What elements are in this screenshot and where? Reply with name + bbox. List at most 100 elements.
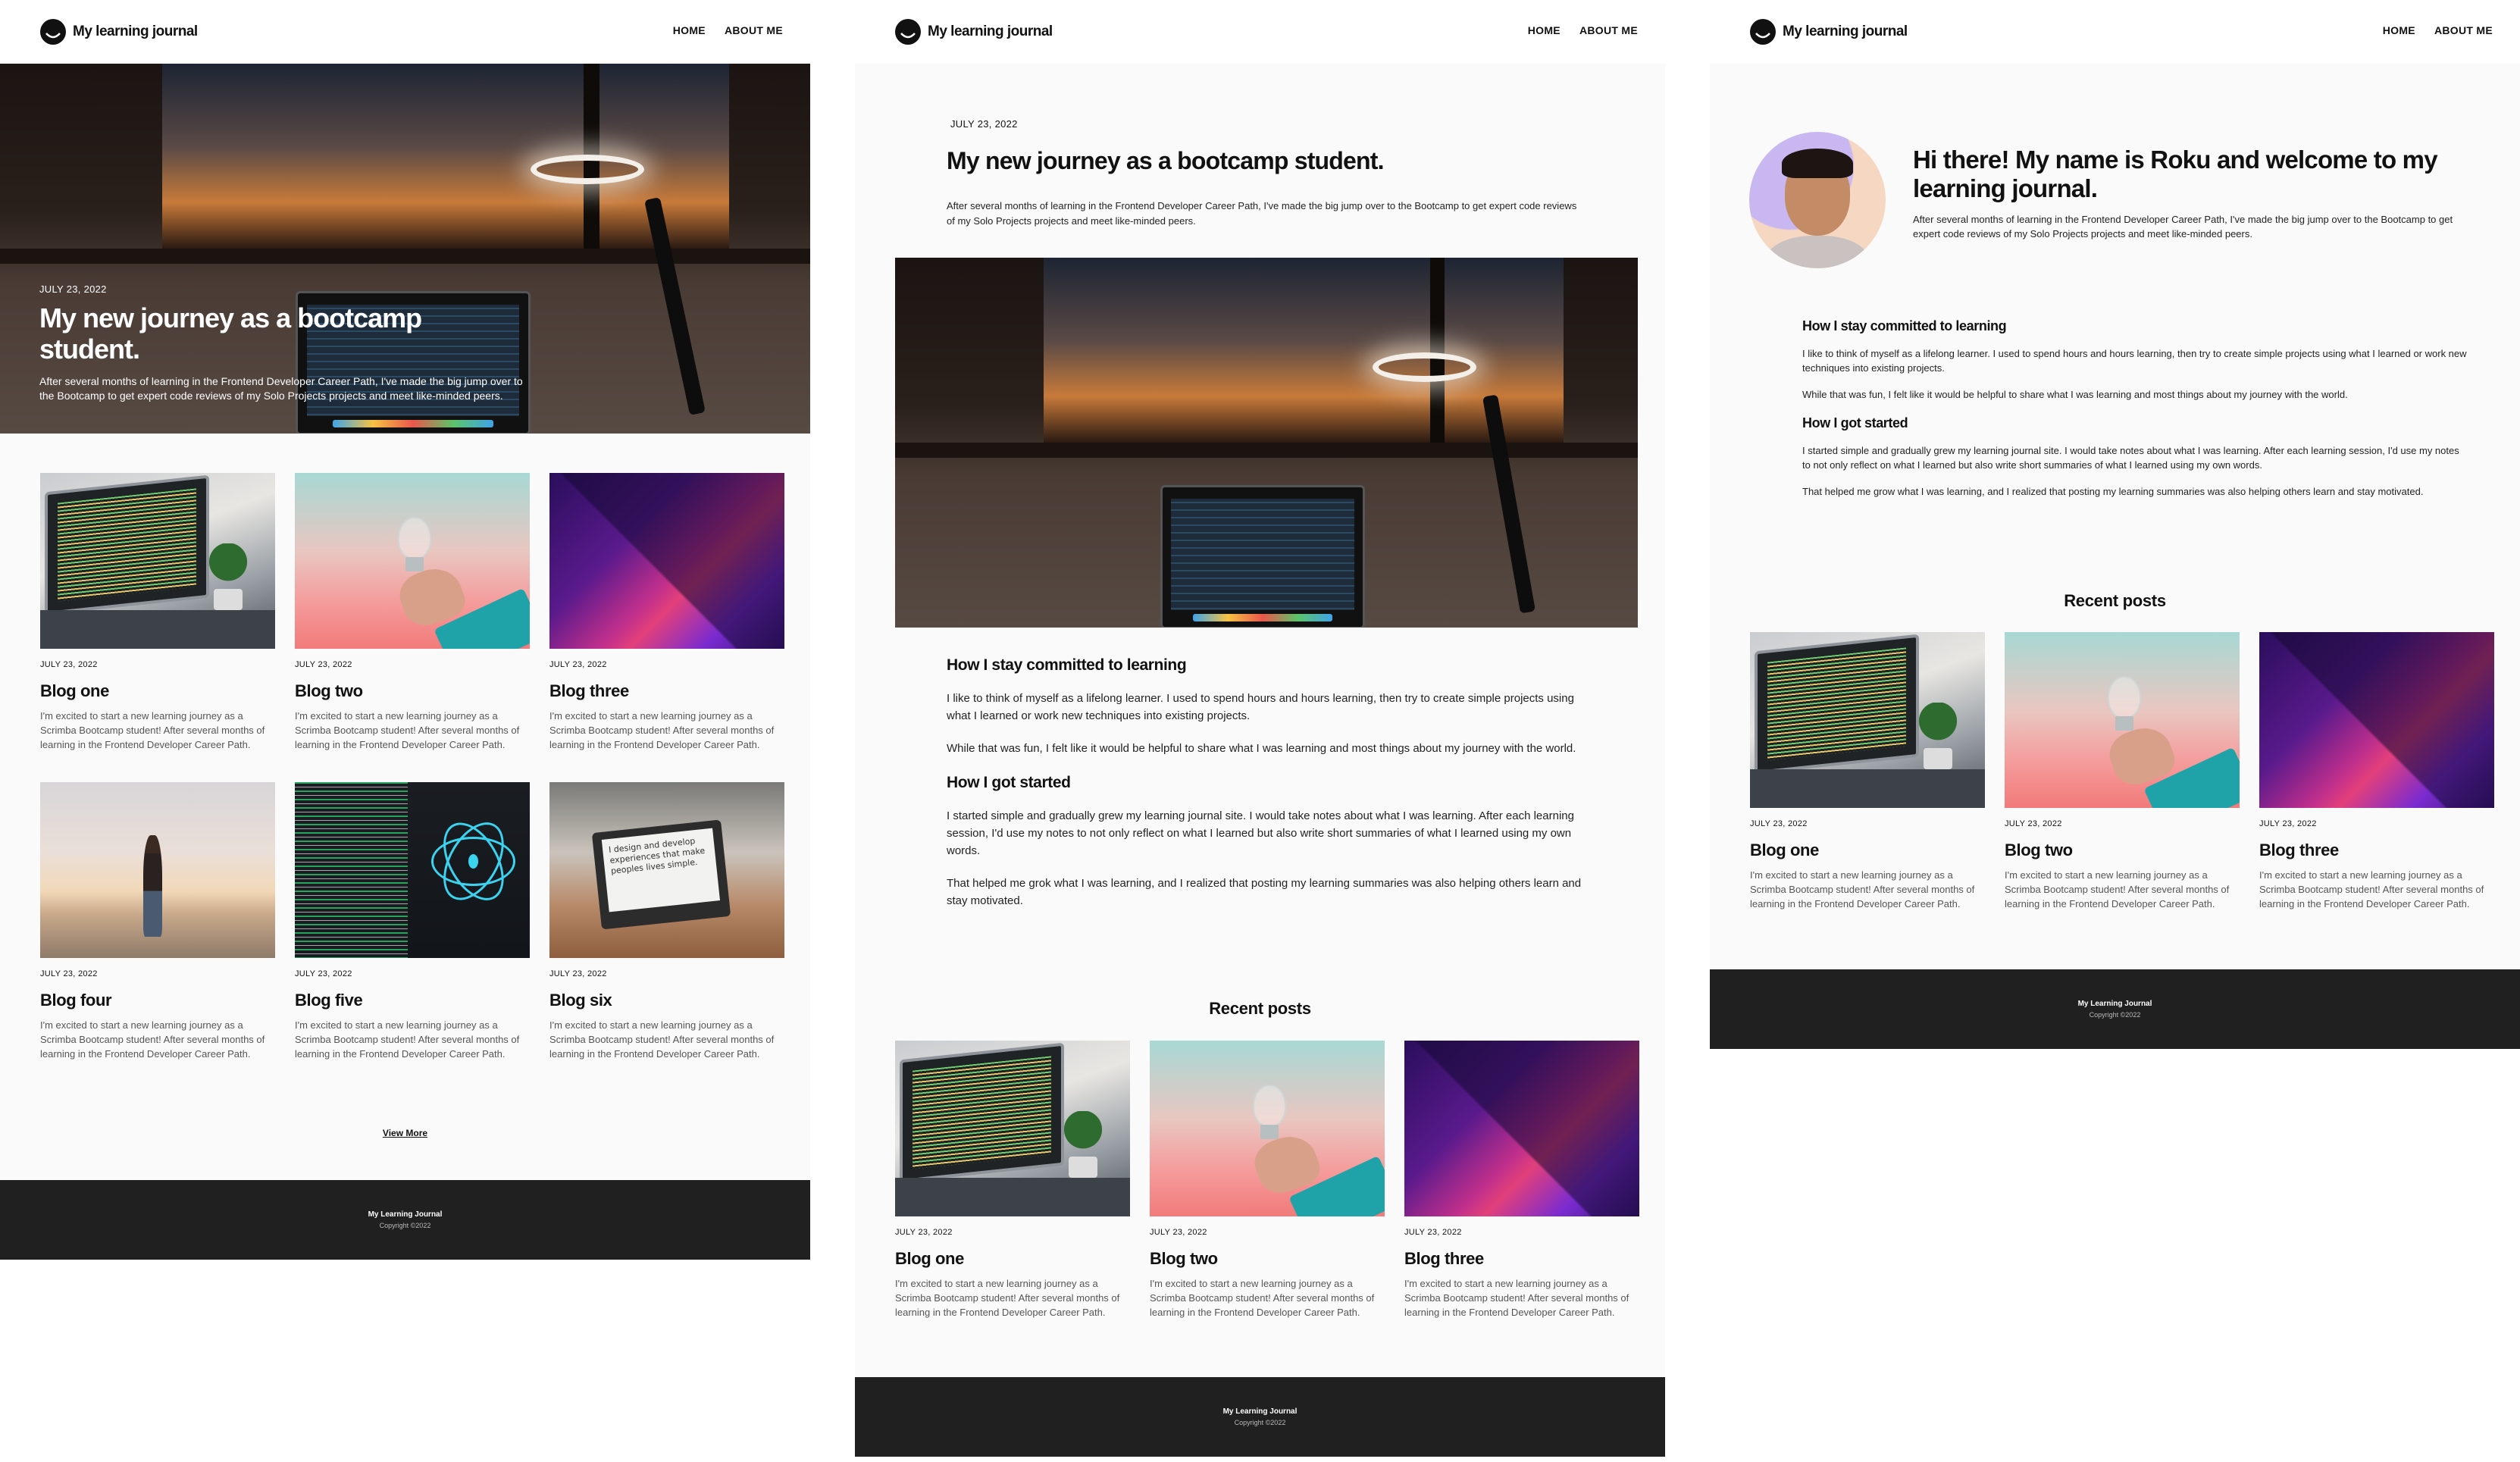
blog-card[interactable]: JULY 23, 2022 Blog five I'm excited to s…: [295, 782, 530, 1061]
paragraph: While that was fun, I felt like it would…: [947, 742, 1576, 755]
paragraph: I started simple and gradually grew my l…: [1802, 445, 2459, 471]
blog-card[interactable]: JULY 23, 2022 Blog two I'm excited to st…: [1150, 1041, 1385, 1320]
card-title: Blog five: [295, 991, 363, 1010]
blog-card[interactable]: JULY 23, 2022 Blog three I'm excited to …: [549, 473, 784, 752]
main-nav: HOME ABOUT ME: [673, 24, 783, 36]
paragraph: I like to think of myself as a lifelong …: [1802, 348, 2467, 374]
card-date: JULY 23, 2022: [295, 969, 352, 978]
card-date: JULY 23, 2022: [1150, 1228, 1207, 1237]
logo[interactable]: My learning journal: [894, 18, 1053, 45]
logo[interactable]: My learning journal: [39, 18, 198, 45]
section-heading: How I stay committed to learning: [1802, 318, 2007, 333]
site-footer: My Learning Journal Copyright ©2022: [1710, 969, 2520, 1049]
card-title: Blog one: [895, 1249, 964, 1268]
card-title: Blog three: [2259, 841, 2339, 859]
post-body: How I stay committed to learning I like …: [947, 656, 1583, 909]
about-title: Hi there! My name is Roku and welcome to…: [1913, 146, 2438, 202]
blog-grid: JULY 23, 2022 Blog one I'm excited to st…: [40, 473, 784, 1061]
card-title: Blog one: [40, 681, 109, 700]
section-heading: How I stay committed to learning: [947, 656, 1187, 674]
card-excerpt: I'm excited to start a new learning jour…: [549, 1019, 775, 1060]
card-date: JULY 23, 2022: [295, 660, 352, 669]
blog-card[interactable]: JULY 23, 2022 Blog two I'm excited to st…: [2005, 632, 2240, 911]
blog-card[interactable]: JULY 23, 2022 Blog two I'm excited to st…: [295, 473, 530, 752]
card-excerpt: I'm excited to start a new learning jour…: [40, 710, 265, 750]
hero-date: JULY 23, 2022: [39, 283, 107, 295]
blog-two-image: [1150, 1041, 1385, 1216]
recent-posts-grid: JULY 23, 2022 Blog one I'm excited to st…: [895, 1041, 1639, 1320]
recent-posts-label: Recent posts: [1209, 999, 1311, 1018]
site-footer: My Learning Journal Copyright ©2022: [0, 1180, 810, 1260]
card-excerpt: I'm excited to start a new learning jour…: [1150, 1278, 1375, 1318]
card-title: Blog three: [549, 681, 629, 700]
site-header: My learning journal HOME ABOUT ME: [1710, 0, 2520, 64]
nav-home-link[interactable]: HOME: [2383, 24, 2415, 36]
nav-about-link[interactable]: ABOUT ME: [2434, 24, 2493, 36]
card-date: JULY 23, 2022: [1404, 1228, 1462, 1237]
recent-posts-grid: JULY 23, 2022 Blog one I'm excited to st…: [1750, 632, 2494, 911]
card-title: Blog six: [549, 991, 612, 1010]
nav-home-link[interactable]: HOME: [673, 24, 706, 36]
main-nav: HOME ABOUT ME: [1528, 24, 1638, 36]
blog-five-image: [295, 782, 530, 958]
nav-home-link[interactable]: HOME: [1528, 24, 1561, 36]
blog-card[interactable]: JULY 23, 2022 Blog three I'm excited to …: [1404, 1041, 1639, 1320]
hero-text: JULY 23, 2022 My new journey as a bootca…: [39, 283, 524, 403]
footer-copyright: Copyright ©2022: [2089, 1011, 2141, 1019]
card-excerpt: I'm excited to start a new learning jour…: [1404, 1278, 1629, 1318]
home-page: My learning journal HOME ABOUT ME JULY 2…: [0, 0, 810, 1260]
blog-card[interactable]: JULY 23, 2022 Blog one I'm excited to st…: [895, 1041, 1130, 1320]
blog-two-image: [295, 473, 530, 649]
blog-three-image: [1404, 1041, 1639, 1216]
main-nav: HOME ABOUT ME: [2383, 24, 2493, 36]
post-page: My learning journal HOME ABOUT ME JULY 2…: [855, 0, 1665, 1457]
card-date: JULY 23, 2022: [2005, 819, 2062, 828]
paragraph: That helped me grok what I was learning,…: [947, 877, 1582, 907]
paragraph: I started simple and gradually grew my l…: [947, 809, 1574, 857]
paragraph: I like to think of myself as a lifelong …: [947, 692, 1574, 722]
blog-one-image: [895, 1041, 1130, 1216]
footer-brand: My Learning Journal: [2077, 1000, 2152, 1008]
blog-card[interactable]: JULY 23, 2022 Blog three I'm excited to …: [2259, 632, 2494, 911]
card-title: Blog three: [1404, 1249, 1484, 1268]
blog-card[interactable]: JULY 23, 2022 Blog four I'm excited to s…: [40, 782, 275, 1061]
sign-text: I design and develop experiences that ma…: [601, 828, 720, 913]
blog-one-image: [1750, 632, 1985, 808]
card-excerpt: I'm excited to start a new learning jour…: [549, 710, 775, 750]
footer-brand: My Learning Journal: [368, 1210, 443, 1219]
logo-text: My learning journal: [73, 23, 198, 39]
about-page: My learning journal HOME ABOUT ME Hi the…: [1710, 0, 2520, 1049]
nav-about-link[interactable]: ABOUT ME: [1579, 24, 1638, 36]
card-excerpt: I'm excited to start a new learning jour…: [2259, 869, 2484, 909]
logo[interactable]: My learning journal: [1749, 18, 1908, 45]
nav-about-link[interactable]: ABOUT ME: [725, 24, 783, 36]
hero-title[interactable]: My new journey as a bootcamp student.: [39, 302, 524, 365]
card-excerpt: I'm excited to start a new learning jour…: [295, 710, 520, 750]
card-date: JULY 23, 2022: [40, 660, 98, 669]
post-title: My new journey as a bootcamp student.: [947, 147, 1385, 174]
paragraph: That helped me grow what I was learning,…: [1802, 486, 2424, 497]
card-date: JULY 23, 2022: [40, 969, 98, 978]
view-more-link[interactable]: View More: [0, 1128, 810, 1138]
blog-card[interactable]: I design and develop experiences that ma…: [549, 782, 784, 1061]
paragraph: While that was fun, I felt like it would…: [1802, 389, 2348, 400]
card-title: Blog two: [2005, 841, 2073, 859]
card-date: JULY 23, 2022: [549, 969, 607, 978]
about-intro: After several months of learning in the …: [1913, 214, 2453, 239]
logo-icon: [895, 19, 921, 45]
card-excerpt: I'm excited to start a new learning jour…: [2005, 869, 2230, 909]
post-hero-image: [895, 258, 1638, 628]
blog-card[interactable]: JULY 23, 2022 Blog one I'm excited to st…: [40, 473, 275, 752]
blog-four-image: [40, 782, 275, 958]
site-footer: My Learning Journal Copyright ©2022: [855, 1377, 1665, 1457]
about-body: How I stay committed to learning I like …: [1802, 318, 2469, 499]
site-header: My learning journal HOME ABOUT ME: [0, 0, 810, 64]
card-excerpt: I'm excited to start a new learning jour…: [40, 1019, 265, 1060]
blog-six-image: I design and develop experiences that ma…: [549, 782, 784, 958]
card-date: JULY 23, 2022: [1750, 819, 1808, 828]
hero[interactable]: JULY 23, 2022 My new journey as a bootca…: [0, 64, 810, 434]
card-title: Blog two: [1150, 1249, 1218, 1268]
section-heading: How I got started: [1802, 415, 1908, 430]
blog-card[interactable]: JULY 23, 2022 Blog one I'm excited to st…: [1750, 632, 1985, 911]
footer-copyright: Copyright ©2022: [1234, 1419, 1286, 1426]
